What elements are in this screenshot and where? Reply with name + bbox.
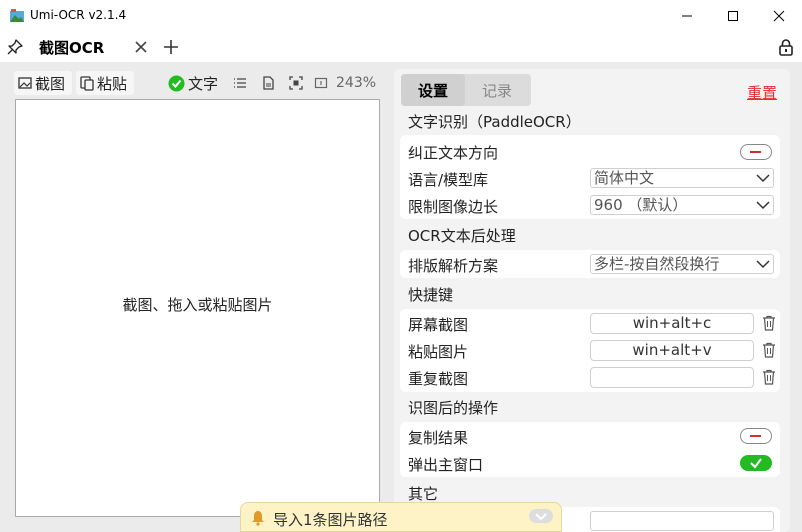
maximize-icon (728, 11, 738, 21)
bell-icon (252, 511, 264, 526)
limit-size-value: 960 （默认） (594, 196, 688, 214)
add-tab-icon[interactable] (162, 38, 180, 56)
layout-scheme-label: 排版解析方案 (408, 257, 499, 275)
ocr-settings-card: 纠正文本方向 语言/模型库 简体中文 限制图像边长 960 （默认） (400, 135, 780, 219)
tab-label: 截图OCR (39, 39, 105, 57)
close-icon (773, 10, 785, 22)
hotkey-screenshot-label: 屏幕截图 (408, 316, 469, 334)
language-value: 简体中文 (594, 169, 655, 187)
chevron-down-icon (756, 201, 770, 210)
language-label: 语言/模型库 (408, 171, 489, 189)
popup-window-label: 弹出主窗口 (408, 456, 484, 474)
zoom-indicator[interactable]: 243% (314, 72, 376, 94)
section-title-after-recognition: 识图后的操作 (408, 399, 499, 417)
tab-records[interactable]: 记录 (465, 74, 529, 106)
hotkey-screenshot-input[interactable]: win+alt+c (590, 313, 754, 334)
chevron-down-icon (756, 260, 770, 269)
maximize-button[interactable] (710, 0, 756, 32)
panel-tab-group: 设置 记录 (401, 74, 531, 106)
chevron-down-icon (756, 174, 770, 183)
popup-window-toggle[interactable] (740, 455, 772, 471)
lock-icon[interactable] (777, 38, 795, 56)
tab-screenshot-ocr[interactable]: 截图OCR (28, 32, 156, 62)
hotkeys-card: 屏幕截图 win+alt+c 粘贴图片 win+alt+v 重复截图 (400, 309, 780, 392)
pin-icon[interactable] (6, 38, 24, 56)
copy-result-label: 复制结果 (408, 429, 469, 447)
text-overlay-toggle[interactable]: 文字 (168, 72, 218, 94)
check-circle-icon (168, 75, 185, 91)
other-select[interactable] (590, 511, 774, 531)
zoom-value: 243% (336, 75, 377, 91)
check-icon (750, 458, 762, 469)
image-toolbar: 截图 粘贴 文字 243% (14, 69, 384, 97)
trash-icon[interactable] (762, 342, 776, 358)
correct-direction-label: 纠正文本方向 (408, 144, 499, 162)
after-recognition-card: 复制结果 弹出主窗口 (400, 422, 780, 477)
toast-message: 导入1条图片路径 (273, 511, 388, 529)
copy-result-toggle[interactable] (740, 428, 772, 444)
limit-size-select[interactable]: 960 （默认） (590, 195, 774, 215)
trash-icon[interactable] (762, 369, 776, 385)
trash-icon[interactable] (762, 315, 776, 331)
limit-size-label: 限制图像边长 (408, 198, 499, 216)
screenshot-label: 截图 (35, 74, 66, 93)
hotkey-paste-label: 粘贴图片 (408, 343, 469, 361)
paste-icon (80, 76, 94, 91)
minimize-button[interactable] (664, 0, 710, 32)
hotkey-paste-input[interactable]: win+alt+v (590, 340, 754, 361)
screenshot-button[interactable]: 截图 (14, 71, 72, 95)
settings-panel: 设置 记录 重置 文字识别（PaddleOCR） 纠正文本方向 语言/模型库 简… (394, 69, 790, 532)
layout-scheme-select[interactable]: 多栏-按自然段换行 (590, 254, 774, 274)
post-processing-card: 排版解析方案 多栏-按自然段换行 (400, 250, 780, 278)
paste-button[interactable]: 粘贴 (76, 71, 134, 95)
tab-settings[interactable]: 设置 (401, 74, 465, 106)
minimize-icon (682, 15, 692, 17)
correct-direction-toggle[interactable] (740, 144, 772, 160)
list-icon[interactable] (232, 75, 248, 91)
close-window-button[interactable] (756, 0, 802, 32)
paste-label: 粘贴 (97, 74, 128, 93)
app-logo-icon (10, 9, 24, 22)
section-title-post-processing: OCR文本后处理 (408, 227, 516, 245)
image-canvas[interactable]: 截图、拖入或粘贴图片 (15, 99, 380, 517)
hotkey-repeat-input[interactable] (590, 367, 754, 388)
section-title-ocr: 文字识别（PaddleOCR） (408, 113, 581, 131)
file-icon[interactable] (260, 75, 276, 91)
section-title-hotkeys: 快捷键 (408, 286, 454, 304)
toast-collapse-button[interactable] (529, 509, 553, 523)
layout-scheme-value: 多栏-按自然段换行 (594, 255, 720, 273)
notification-toast: 导入1条图片路径 (240, 502, 562, 532)
chevron-down-icon (535, 513, 547, 521)
canvas-hint: 截图、拖入或粘贴图片 (122, 296, 273, 314)
title-bar: Umi-OCR v2.1.4 (0, 0, 802, 32)
hotkey-repeat-label: 重复截图 (408, 370, 469, 388)
tab-bar: 截图OCR (0, 32, 802, 62)
section-title-other: 其它 (408, 485, 439, 503)
screenshot-icon (18, 77, 32, 89)
window-title: Umi-OCR v2.1.4 (30, 8, 127, 22)
language-select[interactable]: 简体中文 (590, 168, 774, 188)
reset-button[interactable]: 重置 (747, 82, 777, 103)
tab-close-icon[interactable] (132, 38, 150, 56)
zoom-box-icon (314, 77, 328, 89)
text-label: 文字 (188, 74, 219, 93)
fit-view-icon[interactable] (288, 75, 304, 91)
